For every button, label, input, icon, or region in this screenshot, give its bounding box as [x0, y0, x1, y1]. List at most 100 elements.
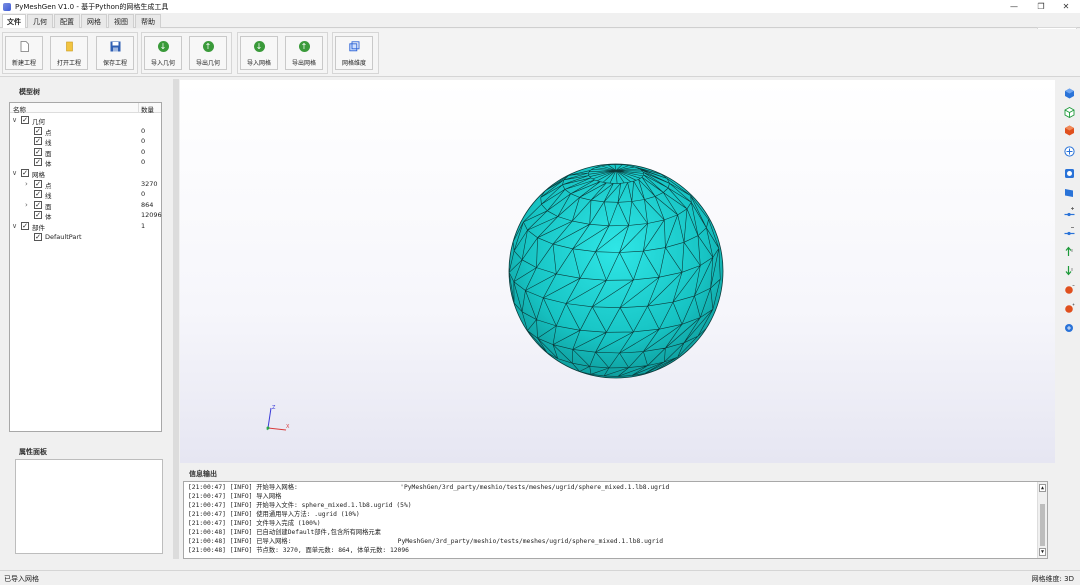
tree-item-count: 0	[141, 126, 146, 135]
rotate-right-icon[interactable]	[1063, 302, 1075, 314]
col-count-header[interactable]: 数量	[141, 104, 154, 114]
3d-viewport[interactable]: Z X	[180, 80, 1055, 463]
maximize-button[interactable]: ❐	[1027, 0, 1055, 13]
scroll-up-icon[interactable]: ▲	[1039, 484, 1046, 492]
axis-z-label: Z	[272, 405, 276, 411]
export-geometry-button[interactable]: ↑ 导出几何	[189, 36, 227, 70]
tree-item-label: 线	[45, 192, 52, 201]
tree-item-count: 12096	[141, 211, 162, 220]
import-icon: ↓	[157, 41, 169, 52]
new-project-button[interactable]: 新建工程	[5, 36, 43, 70]
tree-row[interactable]: ✓ DefaultPart	[10, 232, 161, 243]
collapse-arrow-icon[interactable]: ∨	[12, 222, 17, 230]
tree-row[interactable]: › ✓ 点 3270	[10, 179, 161, 190]
visibility-checkbox[interactable]: ✓	[34, 137, 42, 146]
tab-file[interactable]: 文件	[2, 14, 26, 28]
tab-help[interactable]: 帮助	[135, 14, 161, 28]
save-project-button[interactable]: 保存工程	[96, 36, 134, 70]
tab-config[interactable]: 配置	[54, 14, 80, 28]
log-line: [21:00:47] [INFO] 导入网格	[188, 493, 282, 500]
log-scrollbar[interactable]: ▲ ▼	[1037, 482, 1047, 558]
title-bar: PyMeshGen V1.0 - 基于Python的网格生成工具 — ❐ ✕	[0, 0, 1080, 13]
mesh-dimension-button[interactable]: 网格维度	[335, 36, 373, 70]
panel-splitter[interactable]	[173, 79, 179, 559]
visibility-checkbox[interactable]: ✓	[34, 211, 42, 220]
export-icon: ↑	[202, 41, 214, 52]
tree-row[interactable]: ✓ 线 0	[10, 136, 161, 147]
tree-item-count: 0	[141, 147, 146, 156]
view-front-icon[interactable]	[1063, 87, 1075, 99]
import-mesh-button[interactable]: ↓ 导入网格	[240, 36, 278, 70]
surface-view-icon[interactable]	[1063, 186, 1075, 198]
view-side-icon[interactable]	[1063, 106, 1075, 118]
tab-view[interactable]: 视图	[108, 14, 134, 28]
expand-arrow-icon[interactable]: ›	[25, 201, 28, 209]
visibility-checkbox[interactable]: ✓	[34, 232, 42, 241]
scroll-thumb[interactable]	[1040, 504, 1045, 546]
import-icon: ↓	[253, 41, 265, 52]
log-output[interactable]: [21:00:47] [INFO] 开始导入网格: 'PyMeshGen/3rd…	[183, 481, 1048, 559]
rotate-left-icon[interactable]	[1063, 283, 1075, 295]
visibility-checkbox[interactable]: ✓	[34, 126, 42, 135]
tree-item-count: 3270	[141, 179, 158, 188]
isometric-view-icon[interactable]	[1063, 167, 1075, 179]
open-project-button[interactable]: 打开工程	[50, 36, 88, 70]
visibility-checkbox[interactable]: ✓	[34, 179, 42, 188]
view-toolbar	[1058, 80, 1080, 440]
close-button[interactable]: ✕	[1052, 0, 1080, 13]
ribbon: 新建工程 打开工程 保存工程 ↓ 导入几何 ↑ 导出几何 ↓ 导入网格 ↑ 导出…	[0, 29, 1080, 77]
tree-row[interactable]: ✓ 体 0	[10, 157, 161, 168]
scroll-down-icon[interactable]: ▼	[1039, 548, 1046, 556]
tab-mesh[interactable]: 网格	[81, 14, 107, 28]
export-mesh-button[interactable]: ↑ 导出网格	[285, 36, 323, 70]
zoom-in-icon[interactable]	[1063, 206, 1075, 218]
tree-item-count: 0	[141, 158, 146, 167]
visibility-checkbox[interactable]: ✓	[21, 169, 29, 177]
model-tree[interactable]: 名称 数量 ∨ ✓ 几何 ✓ 点 0 ✓ 线 0 ✓ 面 0 ✓ 体 0 ∨ ✓ 网格 › ✓ 点 3270 ✓ 线 0 › ✓ 面 8…	[9, 102, 162, 432]
tree-row[interactable]: ∨ ✓ 部件 1	[10, 221, 161, 232]
visibility-checkbox[interactable]: ✓	[34, 147, 42, 156]
ribbon-group-geometry: ↓ 导入几何 ↑ 导出几何	[141, 32, 232, 74]
screenshot-icon[interactable]	[1063, 321, 1075, 333]
fit-view-icon[interactable]	[1063, 145, 1075, 157]
collapse-arrow-icon[interactable]: ∨	[12, 169, 17, 177]
model-tree-header: 名称 数量	[10, 103, 161, 114]
tree-item-label: 点	[45, 181, 52, 190]
menu-tab-bar: 文件 几何 配置 网格 视图 帮助 ^	[0, 13, 1080, 39]
tree-item-label: 几何	[32, 118, 45, 126]
view-top-icon[interactable]	[1063, 124, 1075, 136]
tree-row[interactable]: › ✓ 面 864	[10, 200, 161, 211]
zoom-out-icon[interactable]	[1063, 225, 1075, 237]
tree-item-label: DefaultPart	[45, 232, 82, 241]
log-line: [21:00:47] [INFO] 文件导入完成 (100%)	[188, 520, 321, 527]
tree-row[interactable]: ✓ 体 12096	[10, 210, 162, 221]
axis-x-label: X	[286, 424, 290, 430]
expand-arrow-icon[interactable]: ›	[25, 180, 28, 188]
visibility-checkbox[interactable]: ✓	[34, 200, 42, 209]
property-panel[interactable]	[15, 459, 163, 554]
visibility-checkbox[interactable]: ✓	[21, 116, 29, 124]
tree-item-label: 体	[45, 160, 52, 169]
tree-row[interactable]: ✓ 点 0	[10, 126, 161, 137]
minimize-button[interactable]: —	[1000, 0, 1028, 13]
property-panel-title: 属性面板	[19, 448, 47, 456]
tree-item-count: 0	[141, 190, 146, 199]
tree-row[interactable]: ∨ ✓ 网格	[10, 168, 161, 179]
tree-row[interactable]: ∨ ✓ 几何	[10, 115, 161, 126]
mesh-sphere	[508, 163, 724, 379]
mesh-dimension-label: 网格维度	[341, 60, 366, 67]
tree-row[interactable]: ✓ 线 0	[10, 189, 161, 200]
move-up-icon[interactable]	[1063, 245, 1075, 257]
collapse-arrow-icon[interactable]: ∨	[12, 116, 17, 124]
visibility-checkbox[interactable]: ✓	[34, 190, 42, 199]
tab-geometry[interactable]: 几何	[27, 14, 53, 28]
export-icon: ↑	[298, 41, 310, 52]
save-icon	[110, 41, 121, 52]
tree-row[interactable]: ✓ 面 0	[10, 147, 161, 158]
move-down-icon[interactable]	[1063, 264, 1075, 276]
visibility-checkbox[interactable]: ✓	[34, 158, 42, 167]
import-geometry-button[interactable]: ↓ 导入几何	[144, 36, 182, 70]
log-line: [21:00:48] [INFO] 已导入网格: PyMeshGen/3rd_p…	[188, 538, 664, 545]
col-name-header[interactable]: 名称	[13, 104, 26, 114]
visibility-checkbox[interactable]: ✓	[21, 222, 29, 230]
